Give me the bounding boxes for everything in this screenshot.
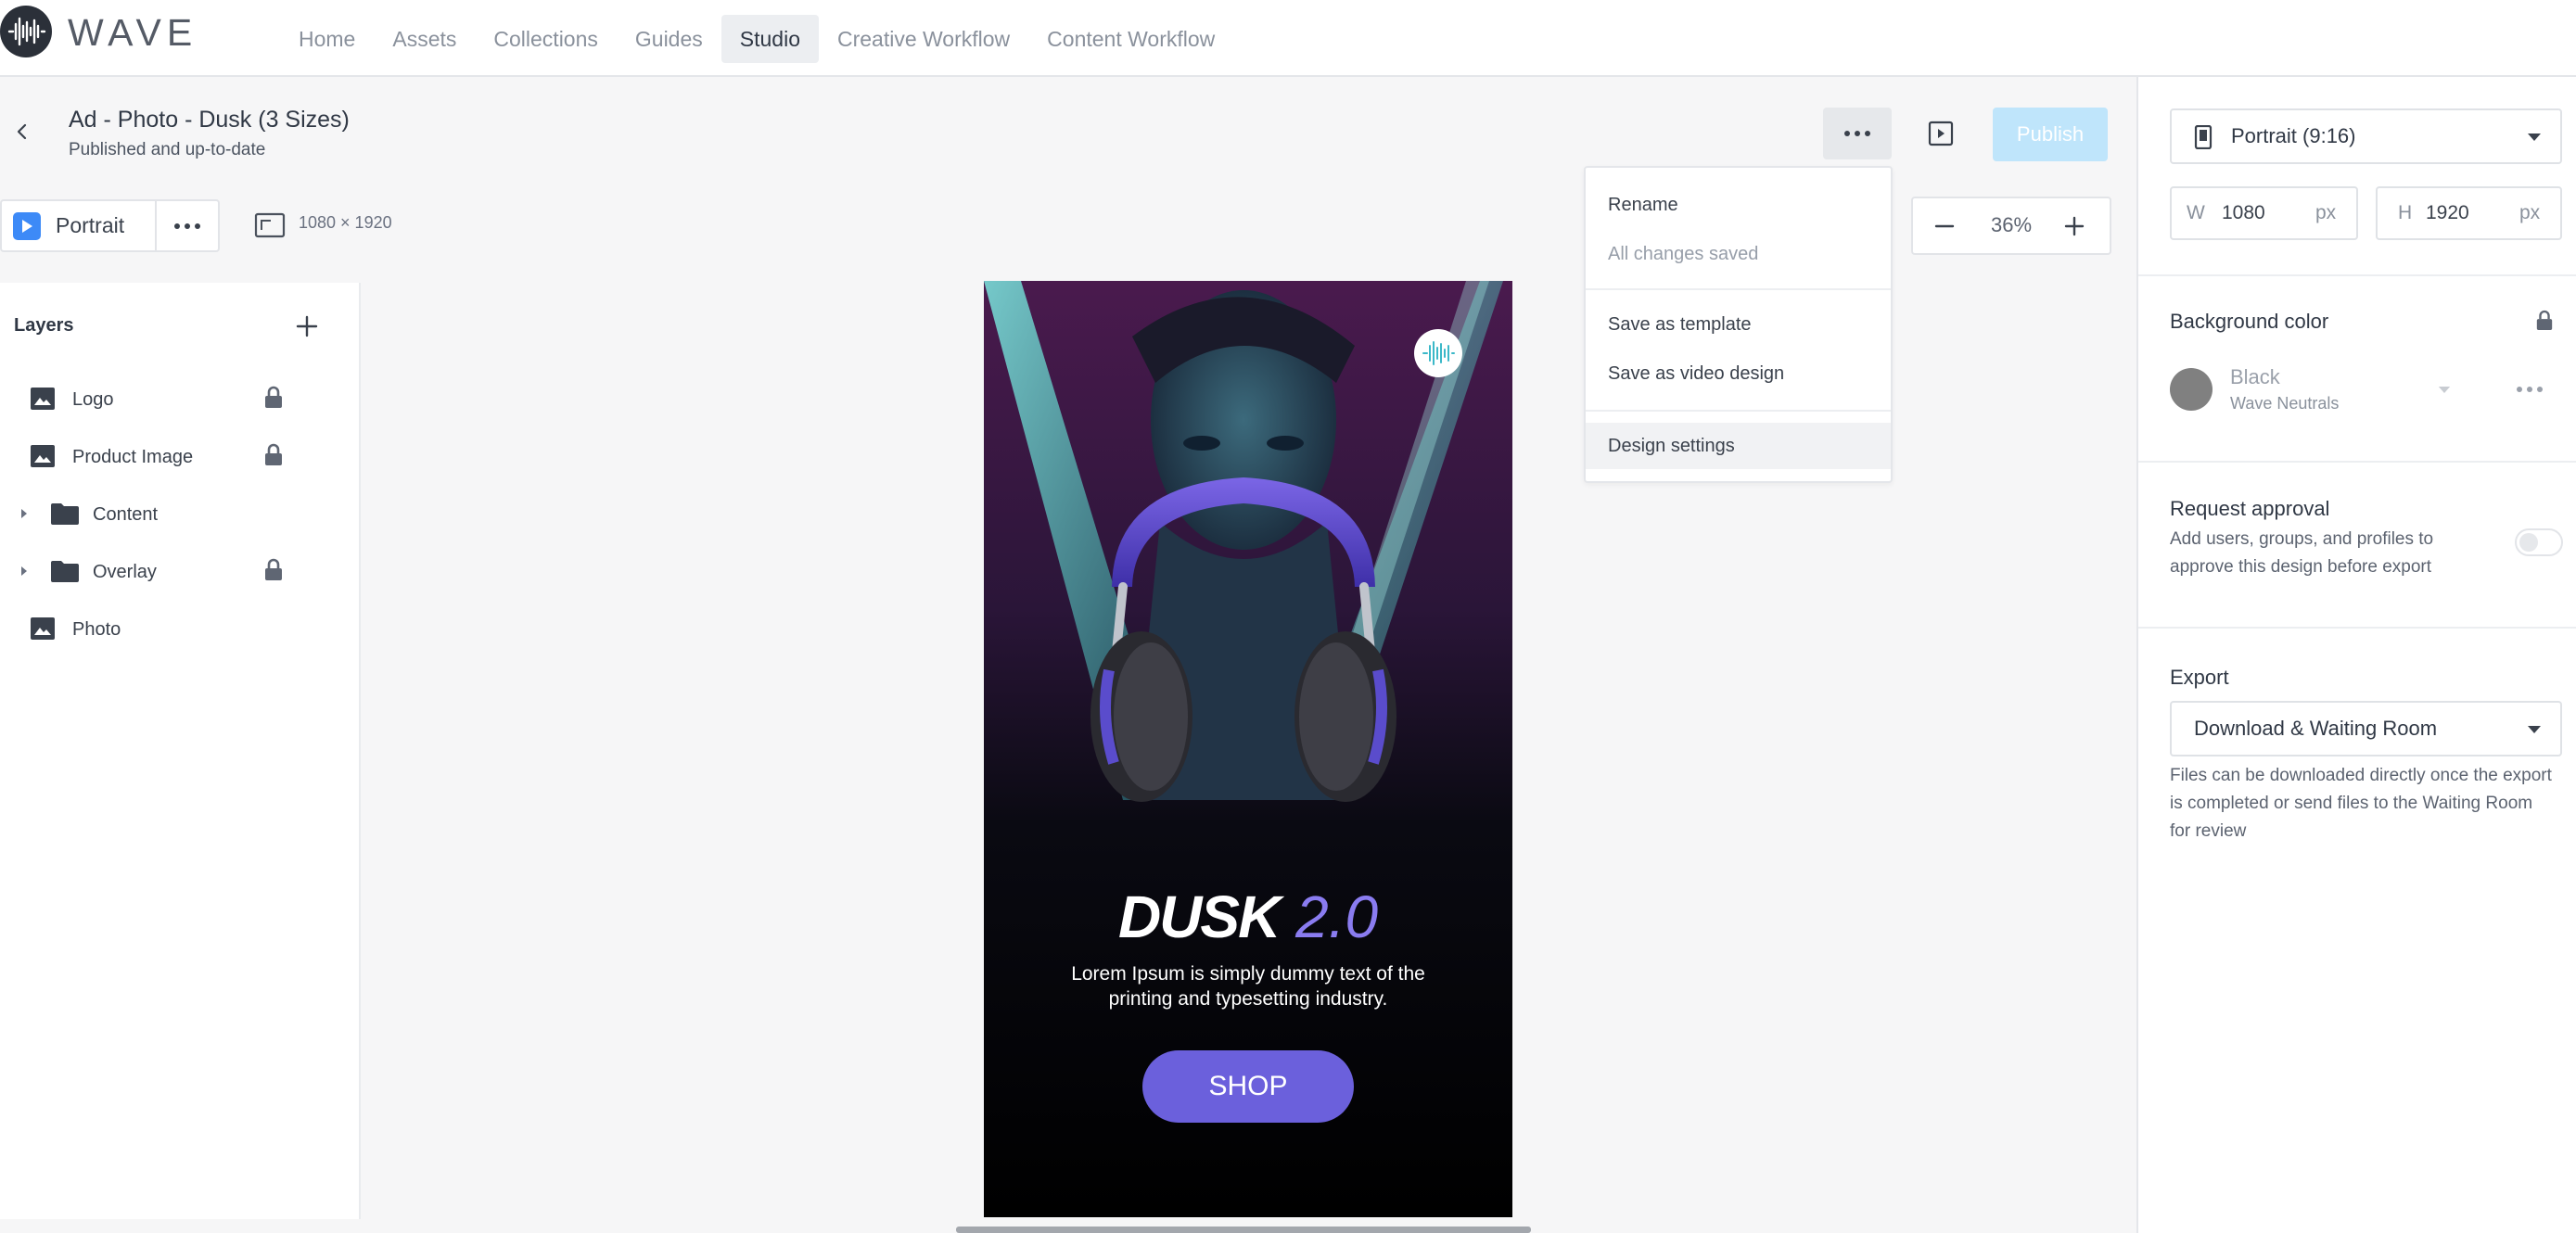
ad-cta-button: SHOP	[1142, 1050, 1354, 1123]
ad-headline-version: 2.0	[1295, 883, 1379, 950]
resize-icon	[254, 211, 286, 239]
image-icon	[30, 616, 56, 641]
menu-save-template[interactable]: Save as template	[1608, 312, 1752, 337]
menu-save-video[interactable]: Save as video design	[1608, 362, 1784, 386]
brand-name[interactable]: WAVE	[68, 11, 198, 54]
preview-icon[interactable]	[1925, 118, 1957, 149]
nav-creative-workflow[interactable]: Creative Workflow	[819, 15, 1028, 63]
layer-label: Overlay	[93, 562, 157, 582]
zoom-control: 36%	[1911, 197, 2111, 255]
chevron-down-icon[interactable]	[2438, 386, 2451, 394]
width-value[interactable]: 1080	[2222, 202, 2265, 224]
menu-rename[interactable]: Rename	[1608, 193, 1678, 217]
layer-row-product-image[interactable]: Product Image	[0, 436, 315, 477]
request-approval-description: Add users, groups, and profiles to appro…	[2170, 529, 2434, 577]
more-options-button[interactable]	[1823, 108, 1892, 159]
design-title[interactable]: Ad - Photo - Dusk (3 Sizes)	[69, 105, 350, 134]
chevron-down-icon	[2527, 725, 2542, 734]
layers-title: Layers	[14, 315, 74, 336]
ad-headline: DUSK 2.0	[984, 883, 1512, 950]
ad-headline-bold: DUSK	[1117, 883, 1281, 950]
height-unit: px	[2519, 202, 2541, 223]
nav-home[interactable]: Home	[280, 15, 374, 63]
nav-guides[interactable]: Guides	[617, 15, 721, 63]
expand-caret-icon[interactable]	[19, 565, 30, 578]
request-approval-title: Request approval	[2170, 497, 2330, 520]
menu-design-settings[interactable]: Design settings	[1608, 434, 1735, 458]
size-preset-value: Portrait (9:16)	[2231, 124, 2356, 147]
ad-body-text: Lorem Ipsum is simply dummy text of the …	[1071, 963, 1425, 1010]
portrait-device-icon	[2194, 125, 2213, 149]
image-icon	[30, 444, 56, 468]
nav-collections[interactable]: Collections	[475, 15, 617, 63]
background-color-swatch[interactable]	[2170, 368, 2213, 411]
zoom-in-icon[interactable]	[2063, 215, 2085, 237]
wave-logo-icon[interactable]	[0, 6, 52, 57]
height-label: H	[2398, 202, 2413, 223]
back-arrow-icon[interactable]	[11, 121, 33, 143]
lock-icon[interactable]	[263, 386, 284, 410]
height-field[interactable]: H 1920 px	[2376, 186, 2562, 240]
layer-row-content[interactable]: Content	[0, 493, 315, 534]
layer-label: Photo	[72, 619, 121, 640]
background-color-title: Background color	[2170, 310, 2329, 333]
layer-row-logo[interactable]: Logo	[0, 378, 315, 419]
layer-row-overlay[interactable]: Overlay	[0, 551, 315, 591]
folder-icon	[50, 559, 80, 583]
format-selector[interactable]: Portrait	[0, 199, 220, 252]
folder-icon	[50, 502, 80, 526]
design-status: Published and up-to-date	[69, 140, 266, 159]
height-value[interactable]: 1920	[2426, 202, 2469, 224]
layers-panel	[0, 283, 361, 1219]
request-approval-toggle[interactable]	[2515, 528, 2563, 556]
size-preset-select[interactable]: Portrait (9:16)	[2170, 108, 2562, 164]
lock-icon[interactable]	[263, 558, 284, 582]
nav-content-workflow[interactable]: Content Workflow	[1028, 15, 1233, 63]
canvas-dimensions: 1080 × 1920	[299, 213, 392, 232]
publish-button[interactable]: Publish	[1993, 108, 2108, 161]
width-unit: px	[2315, 202, 2337, 223]
export-select[interactable]: Download & Waiting Room	[2170, 701, 2562, 756]
format-more-button[interactable]	[157, 222, 218, 229]
width-field[interactable]: W 1080 px	[2170, 186, 2358, 240]
layer-row-photo[interactable]: Photo	[0, 608, 315, 649]
background-color-group: Wave Neutrals	[2230, 394, 2340, 413]
background-color-name: Black	[2230, 365, 2280, 388]
export-title: Export	[2170, 666, 2229, 689]
nav-studio[interactable]: Studio	[721, 15, 819, 63]
layer-label: Content	[93, 504, 159, 525]
main-nav: Home Assets Collections Guides Studio Cr…	[280, 15, 1233, 63]
design-options-menu: Rename All changes saved Save as templat…	[1584, 166, 1893, 483]
color-more-button[interactable]	[2517, 387, 2543, 392]
zoom-out-icon[interactable]	[1933, 215, 1956, 237]
lock-icon[interactable]	[2535, 310, 2554, 332]
export-description: Files can be downloaded directly once th…	[2170, 766, 2552, 841]
zoom-level[interactable]: 36%	[1978, 213, 2045, 237]
export-value: Download & Waiting Room	[2194, 717, 2438, 740]
image-icon	[30, 387, 56, 411]
layer-label: Logo	[72, 389, 114, 410]
chevron-down-icon	[2527, 133, 2542, 142]
add-layer-icon[interactable]	[294, 313, 320, 339]
canvas-scrollbar[interactable]	[956, 1227, 1531, 1233]
play-icon	[13, 211, 41, 240]
design-canvas[interactable]: DUSK 2.0 Lorem Ipsum is simply dummy tex…	[984, 281, 1512, 1217]
menu-saved-status: All changes saved	[1608, 244, 1759, 264]
properties-panel	[2136, 77, 2576, 1233]
layer-label: Product Image	[72, 447, 194, 467]
width-label: W	[2187, 202, 2205, 223]
expand-caret-icon[interactable]	[19, 507, 30, 520]
nav-assets[interactable]: Assets	[374, 15, 475, 63]
lock-icon[interactable]	[263, 443, 284, 467]
format-label: Portrait	[56, 213, 125, 237]
